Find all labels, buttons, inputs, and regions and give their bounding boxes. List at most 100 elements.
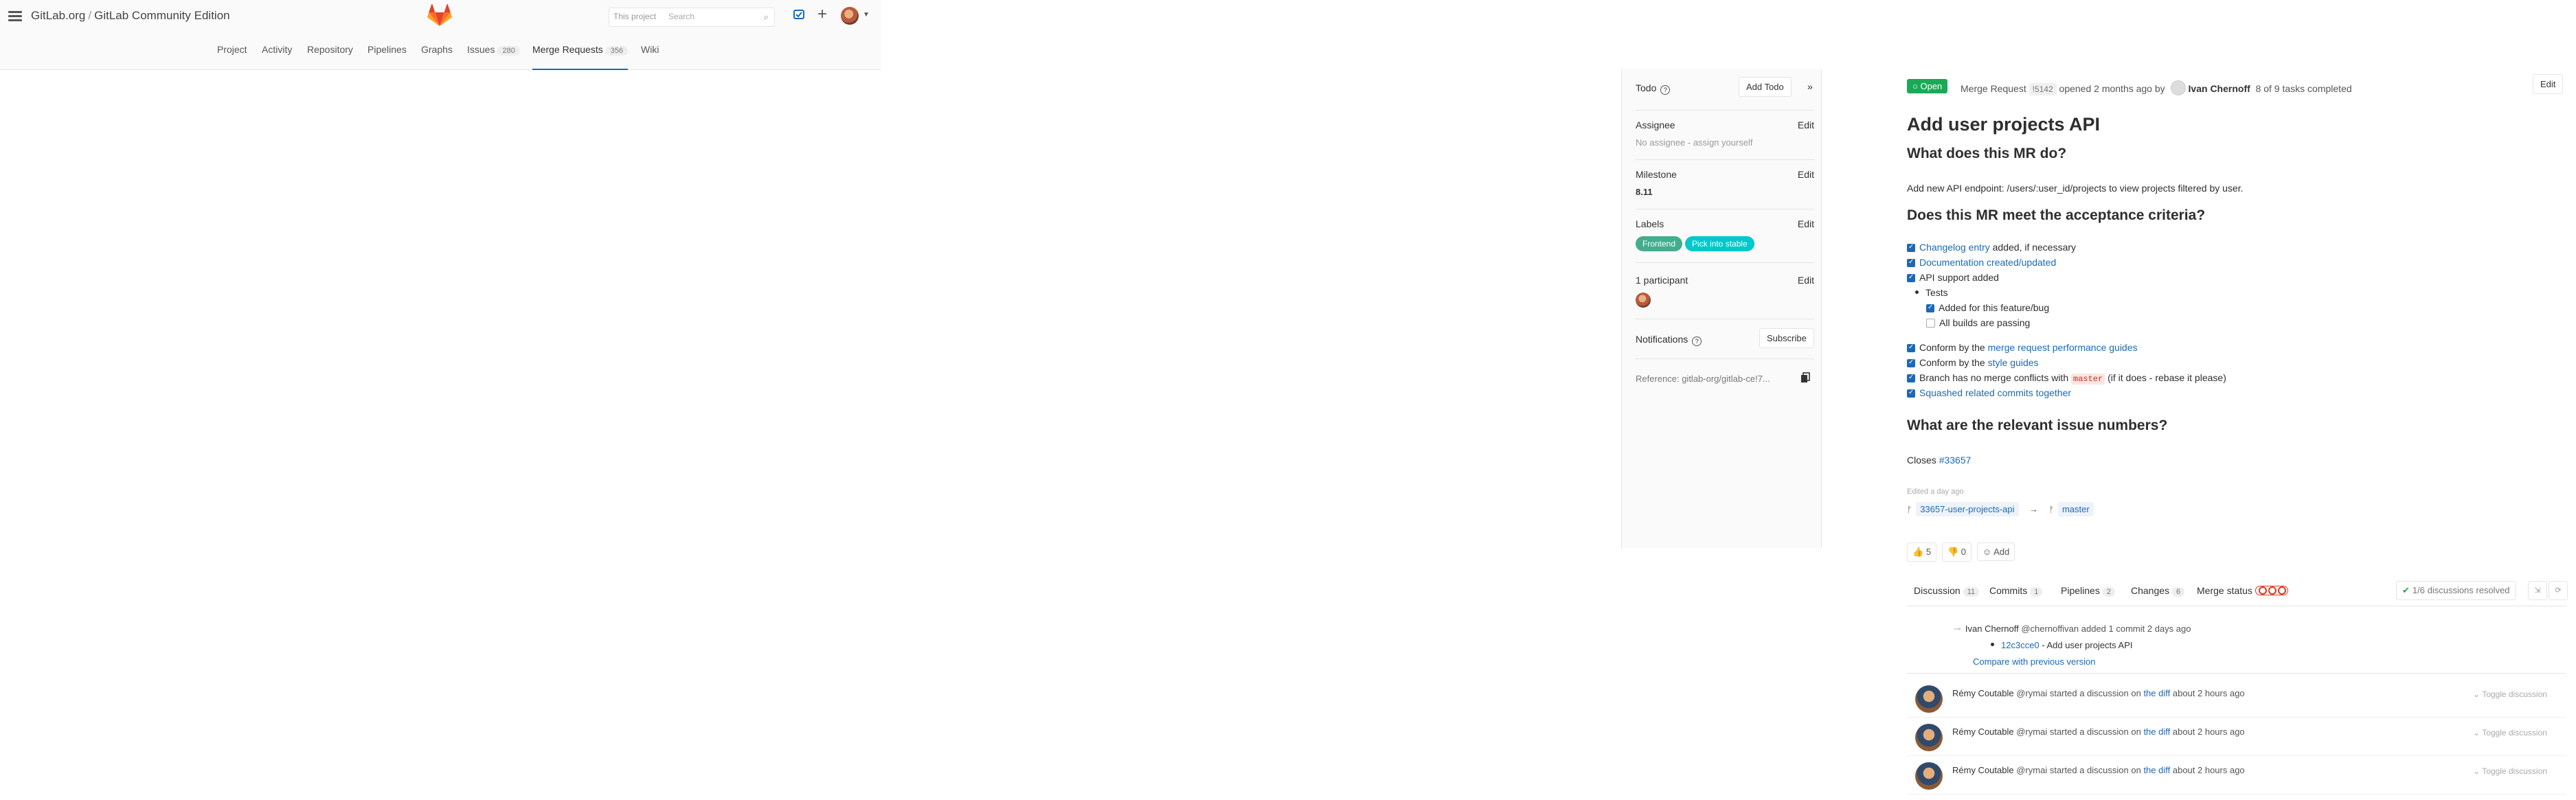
toggle-discussion-button[interactable]: ⌄ Toggle discussion bbox=[2473, 728, 2547, 738]
jump-to-discussion-icon[interactable]: ⇲ bbox=[2528, 581, 2547, 600]
nav-item-pipelines[interactable]: Pipelines bbox=[368, 44, 407, 69]
tab-discussion[interactable]: Discussion 11 bbox=[1914, 585, 1980, 597]
documentation-link[interactable]: Documentation created/updated bbox=[1919, 257, 2056, 268]
collapse-sidebar-icon[interactable]: » bbox=[1807, 81, 1813, 92]
author-avatar[interactable] bbox=[2170, 80, 2186, 95]
issue-link[interactable]: #33657 bbox=[1939, 455, 1971, 466]
discussion-handle[interactable]: @rymai bbox=[2016, 727, 2047, 737]
chevron-down-icon[interactable]: ▼ bbox=[863, 11, 870, 19]
labels-edit-link[interactable]: Edit bbox=[1798, 218, 1814, 229]
search-input[interactable]: This project Search ⌕ bbox=[609, 8, 775, 27]
nav-item-project[interactable]: Project bbox=[217, 44, 247, 69]
commit-note-author[interactable]: Ivan Chernoff bbox=[1965, 624, 2019, 634]
tab-merge-status[interactable]: Merge status bbox=[2197, 585, 2288, 596]
issues-count-badge: 280 bbox=[497, 46, 520, 56]
diff-link[interactable]: the diff bbox=[2143, 727, 2170, 737]
nav-item-graphs[interactable]: Graphs bbox=[421, 44, 453, 69]
milestone-edit-link[interactable]: Edit bbox=[1798, 169, 1814, 180]
branch-icon: ᚠ bbox=[2048, 505, 2054, 514]
avatar[interactable] bbox=[1915, 724, 1943, 751]
commit-sha-link[interactable]: 12c3cce0 bbox=[2001, 640, 2040, 650]
assignee-edit-link[interactable]: Edit bbox=[1798, 119, 1814, 130]
tab-count: 1 bbox=[2030, 587, 2043, 597]
participant-avatar[interactable] bbox=[1636, 293, 1651, 308]
task-checkbox[interactable] bbox=[1926, 319, 1935, 328]
edited-timestamp: Edited a day ago bbox=[1907, 488, 1964, 496]
add-todo-button[interactable]: Add Todo bbox=[1739, 77, 1792, 97]
task-checkbox[interactable] bbox=[1926, 304, 1934, 312]
add-award-button[interactable]: ☺ Add bbox=[1976, 542, 2015, 561]
label-pick-into-stable[interactable]: Pick into stable bbox=[1685, 236, 1754, 251]
discussion-handle[interactable]: @rymai bbox=[2016, 688, 2047, 698]
system-note-commit: ⊸ Ivan Chernoff @chernoffivan added 1 com… bbox=[1907, 611, 2566, 674]
tab-commits[interactable]: Commits 1 bbox=[1989, 585, 2043, 597]
target-branch[interactable]: master bbox=[2057, 502, 2094, 516]
task-checkbox[interactable] bbox=[1907, 273, 1915, 282]
task-checkbox[interactable] bbox=[1907, 374, 1915, 382]
project-link[interactable]: GitLab Community Edition bbox=[94, 9, 229, 22]
task-checkbox[interactable] bbox=[1907, 243, 1915, 252]
tab-pipelines[interactable]: Pipelines 2 bbox=[2061, 585, 2115, 597]
mr-author-link[interactable]: Ivan Chernoff bbox=[2189, 83, 2250, 94]
commit-message: - Add user projects API bbox=[2039, 640, 2133, 650]
thumbs-down-award[interactable]: 👎 0 bbox=[1941, 542, 1971, 562]
group-link[interactable]: GitLab.org bbox=[31, 9, 85, 22]
task-checkbox[interactable] bbox=[1907, 258, 1915, 267]
changelog-link[interactable]: Changelog entry bbox=[1919, 242, 1990, 253]
award-emoji-row: 👍 5 👎 0 ☺ Add bbox=[1907, 542, 2018, 562]
squashed-commits-link[interactable]: Squashed related commits together bbox=[1919, 387, 2071, 398]
toggle-discussion-button[interactable]: ⌄ Toggle discussion bbox=[2473, 689, 2547, 699]
style-guides-link[interactable]: style guides bbox=[1988, 357, 2039, 368]
avatar[interactable] bbox=[1915, 685, 1943, 713]
todo-text: Todo bbox=[1636, 82, 1657, 93]
task-tests-builds: All builds are passing bbox=[1926, 317, 2030, 328]
avatar[interactable] bbox=[1915, 762, 1943, 790]
task-checkbox[interactable] bbox=[1907, 343, 1915, 352]
task-checkbox[interactable] bbox=[1907, 358, 1915, 367]
right-sidebar: Todo? Add Todo » Assignee Edit No assign… bbox=[1621, 69, 1822, 548]
task-status: 8 of 9 tasks completed bbox=[2255, 83, 2352, 94]
source-branch[interactable]: 33657-user-projects-api bbox=[1916, 502, 2019, 516]
compare-with-previous-link[interactable]: Compare with previous version bbox=[1973, 656, 2095, 667]
todos-icon[interactable] bbox=[793, 8, 806, 22]
subscribe-button[interactable]: Subscribe bbox=[1759, 328, 1814, 348]
discussion-author[interactable]: Rémy Coutable bbox=[1952, 688, 2014, 698]
discussion-handle[interactable]: @rymai bbox=[2016, 765, 2047, 775]
nav-item-repository[interactable]: Repository bbox=[307, 44, 353, 69]
gitlab-logo-icon[interactable] bbox=[427, 4, 452, 27]
mr-tabs: Discussion 11 Commits 1 Pipelines 2 Changes… bbox=[1907, 577, 2568, 606]
diff-link[interactable]: the diff bbox=[2143, 688, 2170, 698]
header-bar: GitLab.org / GitLab Community Edition This… bbox=[0, 0, 881, 34]
milestone-value[interactable]: 8.11 bbox=[1636, 187, 1814, 197]
toggle-discussion-button[interactable]: ⌄ Toggle discussion bbox=[2473, 766, 2547, 776]
diff-link[interactable]: the diff bbox=[2143, 765, 2170, 775]
nav-item-activity[interactable]: Activity bbox=[262, 44, 292, 69]
copy-reference-icon[interactable] bbox=[1800, 372, 1810, 385]
label-frontend[interactable]: Frontend bbox=[1636, 236, 1683, 251]
discussions-resolved-badge[interactable]: ✔ 1/6 discussions resolved bbox=[2396, 581, 2516, 600]
new-item-plus-icon[interactable]: + bbox=[817, 5, 827, 24]
help-icon[interactable]: ? bbox=[1660, 85, 1671, 95]
mr-kind: Merge Request bbox=[1961, 83, 2026, 94]
nav-item-wiki[interactable]: Wiki bbox=[641, 44, 659, 69]
commit-note-handle[interactable]: @chernoffivan bbox=[2021, 624, 2079, 634]
thumbs-up-award[interactable]: 👍 5 bbox=[1907, 542, 1937, 562]
performance-guides-link[interactable]: merge request performance guides bbox=[1988, 342, 2138, 353]
user-avatar[interactable] bbox=[841, 7, 859, 25]
discussion-author[interactable]: Rémy Coutable bbox=[1952, 727, 2014, 737]
discussion-author[interactable]: Rémy Coutable bbox=[1952, 765, 2014, 775]
edit-mr-button[interactable]: Edit bbox=[2533, 74, 2564, 94]
refresh-icon[interactable]: ⟳ bbox=[2549, 581, 2568, 600]
help-icon[interactable]: ? bbox=[1692, 336, 1702, 346]
participants-edit-link[interactable]: Edit bbox=[1798, 275, 1814, 286]
toggle-label: Toggle discussion bbox=[2482, 728, 2547, 738]
hamburger-menu-icon[interactable] bbox=[8, 11, 22, 22]
task-checkbox[interactable] bbox=[1907, 389, 1915, 398]
heading-acceptance-criteria: Does this MR meet the acceptance criteri… bbox=[1907, 207, 2206, 223]
nav-label: Graphs bbox=[421, 44, 453, 55]
nav-item-merge-requests[interactable]: Merge Requests 356 bbox=[532, 44, 629, 70]
notifications-label: Notifications? bbox=[1636, 334, 1702, 346]
nav-item-issues[interactable]: Issues 280 bbox=[467, 44, 520, 69]
tab-changes[interactable]: Changes 6 bbox=[2131, 585, 2185, 597]
assignee-value[interactable]: No assignee - assign yourself bbox=[1636, 137, 1814, 148]
